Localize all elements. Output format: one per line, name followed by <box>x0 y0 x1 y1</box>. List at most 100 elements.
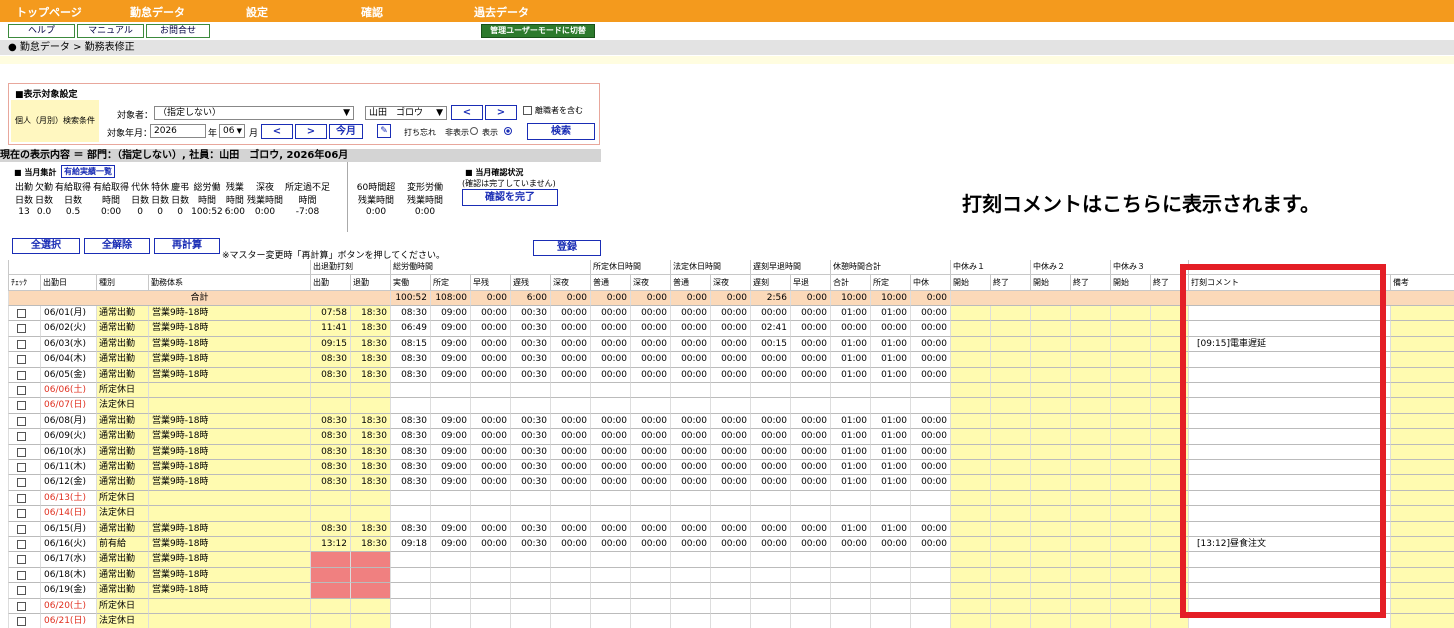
row-break-cell[interactable] <box>1110 614 1150 628</box>
row-checkbox[interactable] <box>17 478 26 488</box>
row-clock-in[interactable] <box>310 490 350 507</box>
row-clock-out[interactable] <box>350 506 390 522</box>
row-clock-out[interactable]: 18:30 <box>350 367 390 383</box>
row-break-cell[interactable] <box>950 444 990 460</box>
row-checkbox[interactable] <box>17 432 26 442</box>
row-remarks[interactable] <box>1390 336 1454 353</box>
row-clock-out[interactable]: 18:30 <box>350 460 390 476</box>
row-clock-out[interactable]: 18:30 <box>350 321 390 337</box>
row-break-cell[interactable] <box>950 552 990 568</box>
row-break-cell[interactable] <box>1070 583 1110 599</box>
row-type[interactable]: 通常出勤 <box>96 352 148 368</box>
row-break-cell[interactable] <box>1070 383 1110 399</box>
row-break-cell[interactable] <box>1110 490 1150 507</box>
employee-select[interactable]: 山田 ゴロウ ▼ <box>365 106 447 120</box>
row-shift[interactable]: 営業9時-18時 <box>148 567 310 584</box>
row-clock-out[interactable] <box>350 598 390 614</box>
row-break-cell[interactable] <box>990 444 1030 460</box>
search-button[interactable]: 検索 <box>527 123 595 140</box>
row-clock-in[interactable] <box>310 598 350 614</box>
row-break-cell[interactable] <box>1110 321 1150 337</box>
row-clock-out[interactable]: 18:30 <box>350 352 390 368</box>
row-remarks[interactable] <box>1390 398 1454 414</box>
row-checkbox[interactable] <box>17 570 26 580</box>
row-break-cell[interactable] <box>1110 398 1150 414</box>
prev-employee-button[interactable]: < <box>451 105 483 120</box>
row-break-cell[interactable] <box>1110 352 1150 368</box>
row-shift[interactable]: 営業9時-18時 <box>148 306 310 322</box>
row-remarks[interactable] <box>1390 521 1454 537</box>
row-clock-out[interactable]: 18:30 <box>350 413 390 430</box>
row-break-cell[interactable] <box>1030 383 1070 399</box>
row-break-cell[interactable] <box>1030 444 1070 460</box>
row-break-cell[interactable] <box>1030 336 1070 353</box>
row-clock-in[interactable]: 08:30 <box>310 429 350 445</box>
row-break-cell[interactable] <box>950 383 990 399</box>
row-remarks[interactable] <box>1390 583 1454 599</box>
confirm-complete-button[interactable]: 確認を完了 <box>462 189 558 206</box>
row-break-cell[interactable] <box>950 460 990 476</box>
row-break-cell[interactable] <box>1070 521 1110 537</box>
row-break-cell[interactable] <box>990 552 1030 568</box>
admin-mode-button[interactable]: 管理ユーザーモードに切替 <box>481 24 595 38</box>
row-checkbox[interactable] <box>17 309 26 318</box>
row-break-cell[interactable] <box>990 567 1030 584</box>
row-break-cell[interactable] <box>1070 306 1110 322</box>
row-type[interactable]: 所定休日 <box>96 598 148 614</box>
row-shift[interactable]: 営業9時-18時 <box>148 444 310 460</box>
row-break-cell[interactable] <box>1070 413 1110 430</box>
row-shift[interactable]: 営業9時-18時 <box>148 521 310 537</box>
row-break-cell[interactable] <box>950 490 990 507</box>
row-checkbox[interactable] <box>17 386 26 395</box>
row-break-cell[interactable] <box>1070 398 1110 414</box>
row-break-cell[interactable] <box>1030 598 1070 614</box>
row-clock-in[interactable] <box>310 383 350 399</box>
row-clock-out[interactable] <box>350 567 390 584</box>
include-retired-checkbox[interactable] <box>523 106 532 115</box>
select-all-button[interactable]: 全選択 <box>12 238 80 254</box>
row-type[interactable]: 通常出勤 <box>96 321 148 337</box>
row-clock-in[interactable]: 08:30 <box>310 521 350 537</box>
row-break-cell[interactable] <box>1070 321 1110 337</box>
row-clock-in[interactable]: 08:30 <box>310 460 350 476</box>
row-break-cell[interactable] <box>1070 429 1110 445</box>
row-clock-in[interactable]: 08:30 <box>310 352 350 368</box>
row-break-cell[interactable] <box>990 598 1030 614</box>
nav-past-data[interactable]: 過去データ <box>474 4 529 20</box>
row-break-cell[interactable] <box>1030 306 1070 322</box>
row-type[interactable]: 通常出勤 <box>96 460 148 476</box>
row-clock-in[interactable] <box>310 614 350 628</box>
row-break-cell[interactable] <box>1030 521 1070 537</box>
row-break-cell[interactable] <box>950 352 990 368</box>
row-break-cell[interactable] <box>1110 506 1150 522</box>
row-remarks[interactable] <box>1390 537 1454 553</box>
row-break-cell[interactable] <box>990 583 1030 599</box>
row-clock-out[interactable]: 18:30 <box>350 537 390 553</box>
nav-attendance-data[interactable]: 勤怠データ <box>130 4 185 20</box>
row-break-cell[interactable] <box>950 567 990 584</box>
row-break-cell[interactable] <box>1030 460 1070 476</box>
row-break-cell[interactable] <box>950 429 990 445</box>
row-clock-out[interactable]: 18:30 <box>350 429 390 445</box>
row-shift[interactable]: 営業9時-18時 <box>148 583 310 599</box>
row-type[interactable]: 通常出勤 <box>96 336 148 353</box>
row-shift[interactable]: 営業9時-18時 <box>148 552 310 568</box>
row-remarks[interactable] <box>1390 444 1454 460</box>
row-break-cell[interactable] <box>1110 383 1150 399</box>
row-clock-out[interactable]: 18:30 <box>350 306 390 322</box>
row-remarks[interactable] <box>1390 598 1454 614</box>
row-remarks[interactable] <box>1390 614 1454 628</box>
row-shift[interactable] <box>148 383 310 399</box>
row-type[interactable]: 通常出勤 <box>96 567 148 584</box>
target-select[interactable]: （指定しない） ▼ <box>154 106 354 120</box>
row-type[interactable]: 通常出勤 <box>96 367 148 383</box>
row-break-cell[interactable] <box>1030 614 1070 628</box>
row-break-cell[interactable] <box>1030 490 1070 507</box>
month-select[interactable]: 06 ▼ <box>219 124 245 138</box>
pen-icon[interactable]: ✎ <box>377 124 391 138</box>
row-checkbox[interactable] <box>17 617 26 626</box>
row-clock-in[interactable] <box>310 583 350 599</box>
row-checkbox[interactable] <box>17 493 26 503</box>
row-shift[interactable]: 営業9時-18時 <box>148 460 310 476</box>
row-break-cell[interactable] <box>950 521 990 537</box>
